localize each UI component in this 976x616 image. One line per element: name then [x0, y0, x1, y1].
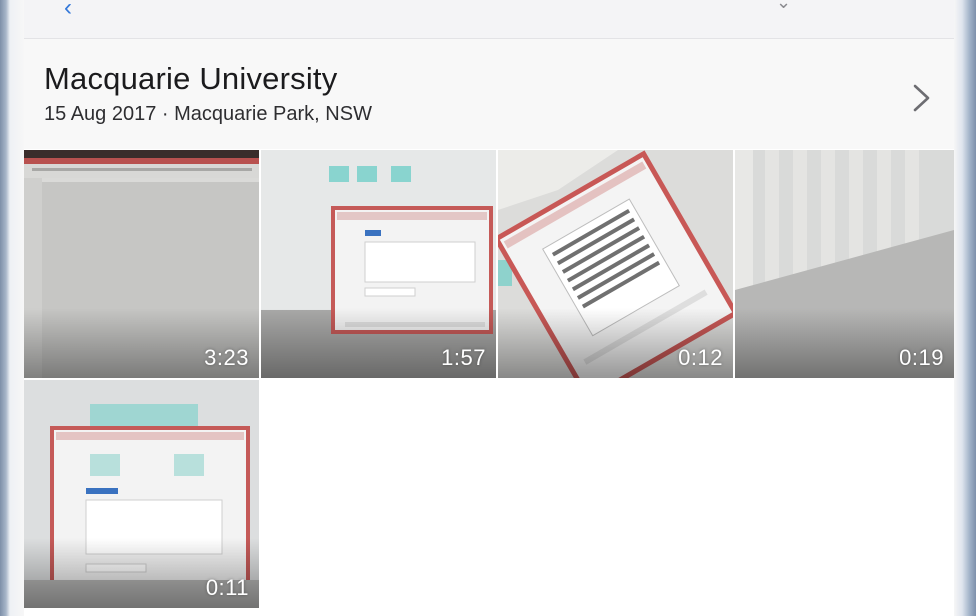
navigation-bar: ‹ ⌄	[24, 0, 954, 39]
video-thumbnail[interactable]: 0:19	[735, 150, 954, 378]
video-thumbnail[interactable]: 1:57	[261, 150, 496, 378]
nav-action-icon[interactable]: ⌄	[776, 0, 791, 13]
left-window-edge	[0, 0, 24, 616]
album-title: Macquarie University	[44, 61, 338, 96]
right-window-edge	[954, 0, 976, 616]
video-duration: 0:12	[678, 345, 723, 370]
video-duration: 3:23	[204, 345, 249, 370]
album-header[interactable]: Macquarie University 15 Aug 2017 · Macqu…	[24, 39, 954, 149]
video-duration: 0:19	[899, 345, 944, 370]
video-thumbnail[interactable]: 0:11	[24, 380, 259, 608]
album-subtitle: 15 Aug 2017 · Macquarie Park, NSW	[44, 103, 372, 125]
video-grid: 3:23 1:57 0:12 0:19 0:11	[24, 150, 954, 616]
video-duration: 0:11	[205, 575, 249, 600]
video-duration: 1:57	[441, 345, 486, 370]
video-thumbnail[interactable]: 0:12	[498, 150, 733, 378]
back-chevron-icon[interactable]: ‹	[64, 0, 72, 22]
video-thumbnail[interactable]: 3:23	[24, 150, 259, 378]
chevron-right-icon[interactable]	[904, 81, 938, 115]
